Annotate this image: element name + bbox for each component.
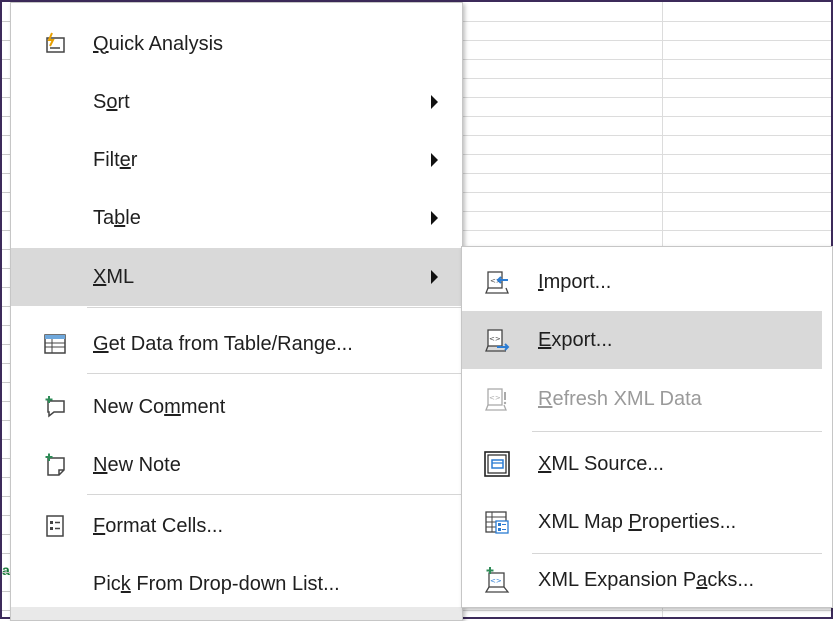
row-header-line xyxy=(2,477,10,478)
row-header-line xyxy=(2,40,10,41)
new-comment-icon xyxy=(43,395,67,419)
row-header-line xyxy=(2,192,10,193)
xml-import-icon: <> xyxy=(484,269,510,295)
submenu-item-label: Import... xyxy=(538,270,612,293)
row-header-line xyxy=(2,363,10,364)
row-header-line xyxy=(2,591,10,592)
row-header-line xyxy=(2,230,10,231)
row-header-line xyxy=(2,458,10,459)
xml-submenu: <> Import... <> Export... <> Refresh XML… xyxy=(461,246,833,608)
menu-separator xyxy=(87,307,462,308)
row-header-line xyxy=(2,59,10,60)
svg-text:<>: <> xyxy=(489,335,501,343)
submenu-item-label: Refresh XML Data xyxy=(538,387,702,410)
submenu-item-import[interactable]: <> Import... xyxy=(462,253,822,311)
submenu-item-xml-expansion-packs[interactable]: <> XML Expansion Packs... xyxy=(462,551,822,609)
row-header-line xyxy=(2,268,10,269)
row-header-line xyxy=(2,173,10,174)
menu-item-label: Filter xyxy=(93,148,138,171)
row-header-line xyxy=(2,78,10,79)
menu-item-format-cells[interactable]: Format Cells... xyxy=(11,497,462,555)
row-header-line xyxy=(2,287,10,288)
menu-item-label: XML xyxy=(93,265,135,288)
menu-item-label: Get Data from Table/Range... xyxy=(93,332,353,355)
menu-item-label: Sort xyxy=(93,90,130,113)
row-header-line xyxy=(2,382,10,383)
svg-text:<>: <> xyxy=(489,394,501,402)
menu-item-label: Table xyxy=(93,206,141,229)
submenu-arrow-icon xyxy=(431,270,438,284)
menu-item-filter[interactable]: Filter xyxy=(11,131,462,189)
row-header-line xyxy=(2,135,10,136)
menu-separator xyxy=(87,373,462,374)
submenu-separator xyxy=(532,431,822,432)
format-cells-icon xyxy=(43,514,67,538)
menu-item-label: Format Cells... xyxy=(93,514,224,537)
row-header-line xyxy=(2,401,10,402)
submenu-arrow-icon xyxy=(431,95,438,109)
row-header-line xyxy=(2,439,10,440)
table-data-icon xyxy=(43,332,67,356)
menu-item-sort[interactable]: Sort xyxy=(11,73,462,131)
menu-item-new-note[interactable]: New Note xyxy=(11,436,462,494)
row-header-line xyxy=(2,97,10,98)
row-header-line xyxy=(2,420,10,421)
row-header-line xyxy=(2,572,10,573)
submenu-item-label: Export... xyxy=(538,328,613,351)
submenu-item-export[interactable]: <> Export... xyxy=(462,311,822,369)
menu-item-label: New Note xyxy=(93,453,181,476)
submenu-item-label: XML Expansion Packs... xyxy=(538,568,755,591)
row-header-line xyxy=(2,344,10,345)
context-menu: Quick Analysis Sort Filter Table XML Get… xyxy=(10,2,463,621)
row-header-line xyxy=(2,610,10,611)
submenu-arrow-icon xyxy=(431,211,438,225)
row-header-line xyxy=(2,325,10,326)
quick-analysis-icon xyxy=(43,32,67,56)
menu-overflow-strip xyxy=(11,607,462,620)
row-header-line xyxy=(2,515,10,516)
row-header-line xyxy=(2,534,10,535)
xml-refresh-icon: <> xyxy=(484,386,510,412)
xml-expansion-packs-icon: <> xyxy=(484,567,510,593)
menu-separator xyxy=(87,494,462,495)
submenu-item-xml-map-properties[interactable]: XML Map Properties... xyxy=(462,493,822,551)
menu-item-label: Pick From Drop-down List... xyxy=(93,572,340,595)
menu-item-quick-analysis[interactable]: Quick Analysis xyxy=(11,15,462,73)
submenu-item-xml-source[interactable]: XML Source... xyxy=(462,435,822,493)
row-header-line xyxy=(2,249,10,250)
row-header-line xyxy=(2,116,10,117)
menu-item-pick-from-list[interactable]: Pick From Drop-down List... xyxy=(11,555,462,613)
row-header-line xyxy=(2,553,10,554)
xml-source-icon xyxy=(484,451,510,477)
submenu-item-label: XML Source... xyxy=(538,452,664,475)
xml-map-properties-icon xyxy=(484,509,510,535)
submenu-item-label: XML Map Properties... xyxy=(538,510,737,533)
menu-item-xml[interactable]: XML xyxy=(11,248,462,306)
cell-fragment-text: a xyxy=(2,562,10,578)
row-header-line xyxy=(2,306,10,307)
row-header-line xyxy=(2,154,10,155)
menu-item-label: New Comment xyxy=(93,395,226,418)
menu-item-table[interactable]: Table xyxy=(11,189,462,247)
new-note-icon xyxy=(43,453,67,477)
xml-export-icon: <> xyxy=(484,327,510,353)
menu-item-label: Quick Analysis xyxy=(93,32,224,55)
row-header-line xyxy=(2,496,10,497)
menu-item-get-data[interactable]: Get Data from Table/Range... xyxy=(11,315,462,373)
menu-item-new-comment[interactable]: New Comment xyxy=(11,378,462,436)
submenu-arrow-icon xyxy=(431,153,438,167)
row-header-line xyxy=(2,21,10,22)
submenu-item-refresh-xml-data: <> Refresh XML Data xyxy=(462,370,822,428)
row-header-line xyxy=(2,211,10,212)
svg-text:<>: <> xyxy=(490,577,502,585)
